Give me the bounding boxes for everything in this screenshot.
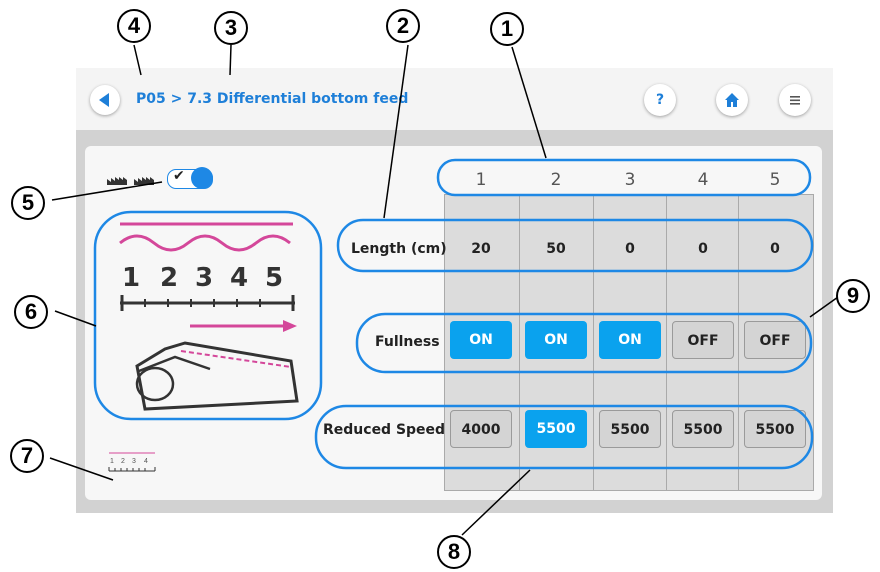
length-label: Length (cm) [351, 241, 447, 257]
length-value-3[interactable]: 0 [593, 241, 667, 257]
reduced-speed-button-5[interactable]: 5500 [744, 410, 806, 448]
illus-number-3: 3 [195, 263, 214, 293]
app-window: P05 > 7.3 Differential bottom feed ? ✔ 1… [76, 68, 833, 513]
fullness-toggle-2[interactable]: ON [525, 321, 587, 359]
svg-text:2: 2 [121, 458, 125, 465]
column-header-1: 1 [475, 170, 487, 190]
measuring-scale-icon[interactable]: 123 4 [107, 451, 157, 477]
reduced-speed-button-2[interactable]: 5500 [525, 410, 587, 448]
column-header-3: 3 [624, 170, 636, 190]
feed-illustration: 1 2 3 4 5 [115, 221, 310, 416]
fullness-toggle-4[interactable]: OFF [672, 321, 734, 359]
fullness-label: Fullness [375, 334, 440, 350]
length-value-2[interactable]: 50 [519, 241, 593, 257]
callout-6: 6 [14, 295, 48, 329]
help-button[interactable]: ? [644, 84, 676, 116]
fullness-toggle-1[interactable]: ON [450, 321, 512, 359]
reduced-speed-label: Reduced Speed [323, 422, 446, 438]
home-icon [725, 93, 739, 107]
content-panel: ✔ 1 2 3 4 5 1 2 3 4 1 2 3 4 5 Length (cm… [85, 146, 822, 500]
illus-number-4: 4 [230, 263, 249, 293]
callout-1: 1 [490, 12, 524, 46]
callout-4: 4 [117, 9, 151, 43]
length-value-5[interactable]: 0 [738, 241, 812, 257]
menu-button[interactable] [779, 84, 811, 116]
fabric-illustration-icon [119, 222, 299, 411]
menu-icon [790, 96, 800, 105]
svg-text:4: 4 [144, 458, 148, 465]
column-header-5: 5 [769, 170, 781, 190]
toggle-knob [191, 167, 213, 189]
reduced-speed-button-1[interactable]: 4000 [450, 410, 512, 448]
chevron-left-icon [99, 93, 109, 107]
callout-8: 8 [437, 535, 471, 569]
column-header-2: 2 [550, 170, 562, 190]
breadcrumb[interactable]: P05 > 7.3 Differential bottom feed [136, 91, 408, 107]
callout-9: 9 [836, 279, 870, 313]
column-header-4: 4 [697, 170, 709, 190]
callout-3: 3 [214, 11, 248, 45]
feed-dog-icon [107, 177, 154, 185]
callout-5: 5 [11, 186, 45, 220]
check-icon: ✔ [173, 168, 185, 184]
reduced-speed-button-3[interactable]: 5500 [599, 410, 661, 448]
callout-7: 7 [10, 439, 44, 473]
fullness-toggle-3[interactable]: ON [599, 321, 661, 359]
svg-text:1: 1 [110, 458, 114, 465]
length-value-1[interactable]: 20 [444, 241, 518, 257]
fullness-toggle-5[interactable]: OFF [744, 321, 806, 359]
illus-number-2: 2 [160, 263, 179, 293]
reduced-speed-button-4[interactable]: 5500 [672, 410, 734, 448]
illus-number-1: 1 [122, 263, 141, 293]
home-button[interactable] [716, 84, 748, 116]
header-bar: P05 > 7.3 Differential bottom feed ? [76, 68, 833, 130]
differential-feed-toggle[interactable]: ✔ [167, 167, 213, 189]
length-value-4[interactable]: 0 [666, 241, 740, 257]
back-button[interactable] [90, 85, 120, 115]
svg-text:3: 3 [132, 458, 136, 465]
callout-2: 2 [386, 9, 420, 43]
illus-number-5: 5 [265, 263, 284, 293]
